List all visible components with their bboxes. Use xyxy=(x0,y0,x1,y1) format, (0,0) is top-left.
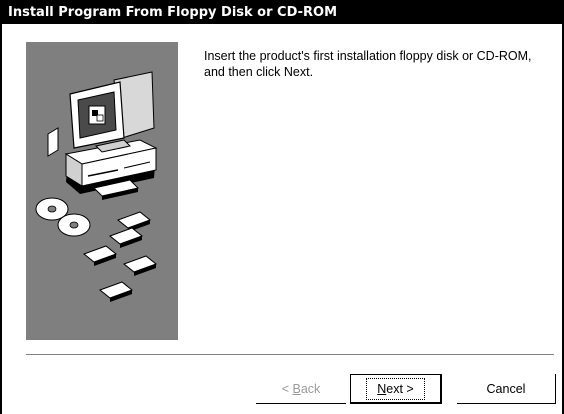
next-button-label: Next > xyxy=(366,377,425,400)
install-program-dialog: Install Program From Floppy Disk or CD-R… xyxy=(0,0,564,414)
cancel-button[interactable]: Cancel xyxy=(457,374,556,404)
back-button[interactable]: < Back xyxy=(256,374,346,404)
cd-rom-icon xyxy=(35,197,91,237)
button-separator xyxy=(26,354,554,356)
instruction-line-2: and then click Next. xyxy=(204,65,314,79)
wizard-illustration xyxy=(35,71,158,302)
instruction-text: Insert the product's first installation … xyxy=(204,48,556,80)
computer-icon xyxy=(47,71,158,200)
cancel-button-label: Cancel xyxy=(486,381,526,396)
back-button-label: < Back xyxy=(281,381,321,396)
instruction-line-1: Insert the product's first installation … xyxy=(204,49,532,63)
dialog-title: Install Program From Floppy Disk or CD-R… xyxy=(2,2,562,24)
next-button[interactable]: Next > xyxy=(350,374,442,404)
floppy-disk-icon xyxy=(82,211,158,302)
wizard-graphic-panel xyxy=(26,42,178,340)
